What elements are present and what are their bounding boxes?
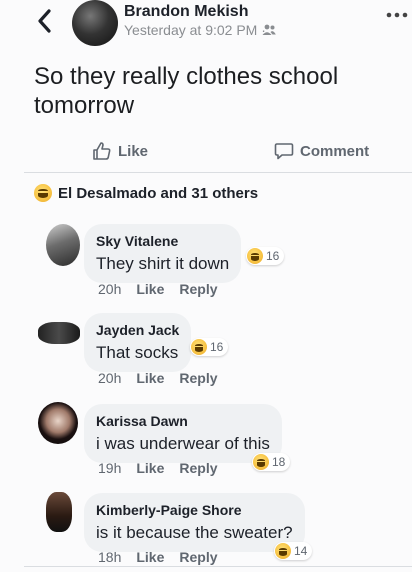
comment-reaction-count[interactable]: 16	[246, 247, 285, 265]
comment-meta: 19h Like Reply	[98, 460, 218, 476]
comment-button[interactable]: Comment	[274, 138, 369, 164]
comment-label: Comment	[300, 142, 370, 160]
haha-icon	[247, 248, 263, 264]
reactions-summary-text: El Desalmado and 31 others	[58, 184, 259, 202]
comment-age: 19h	[98, 460, 122, 476]
comment-like-link[interactable]: Like	[136, 549, 164, 565]
comment-reply-link[interactable]: Reply	[179, 370, 217, 386]
haha-icon	[34, 184, 52, 202]
back-chevron-icon[interactable]	[34, 8, 56, 34]
comment-meta: 18h Like Reply	[98, 549, 218, 565]
more-icon[interactable]	[386, 10, 408, 20]
like-label: Like	[118, 142, 149, 160]
divider	[24, 172, 412, 173]
poster-avatar[interactable]	[72, 0, 118, 46]
comment-text: That socks	[96, 343, 179, 362]
reaction-count: 16	[266, 249, 280, 263]
friends-icon	[262, 24, 276, 35]
like-button[interactable]: Like	[92, 138, 148, 164]
commenter-name[interactable]: Sky Vitalene	[96, 233, 229, 250]
reaction-count: 18	[272, 455, 286, 469]
comment-reply-link[interactable]: Reply	[179, 281, 217, 297]
haha-icon	[275, 543, 291, 559]
comment-reply-link[interactable]: Reply	[179, 460, 217, 476]
reaction-count: 16	[210, 340, 224, 354]
commenter-name[interactable]: Kimberly-Paige Shore	[96, 502, 293, 519]
haha-icon	[253, 454, 269, 470]
haha-icon	[191, 339, 207, 355]
comment-reaction-count[interactable]: 18	[252, 453, 291, 471]
commenter-avatar[interactable]	[38, 402, 78, 444]
comment-like-link[interactable]: Like	[136, 281, 164, 297]
commenter-avatar[interactable]	[46, 224, 80, 266]
comment-bubble: Sky Vitalene They shirt it down	[84, 224, 242, 283]
reactions-summary[interactable]: El Desalmado and 31 others	[34, 182, 258, 204]
comment-age: 20h	[98, 281, 122, 297]
divider	[24, 566, 412, 567]
thumbs-up-icon	[93, 142, 111, 160]
comment-text: i was underwear of this	[96, 434, 270, 453]
comment-bubble: Jayden Jack That socks	[84, 313, 192, 372]
comment-age: 20h	[98, 370, 122, 386]
comment-reaction-count[interactable]: 16	[190, 338, 229, 356]
post-text: So they really clothes school tomorrow	[34, 63, 339, 119]
comment-age: 18h	[98, 549, 122, 565]
comment-meta: 20h Like Reply	[98, 281, 218, 297]
post-timestamp: Yesterday at 9:02 PM ·	[124, 22, 266, 38]
reaction-count: 14	[294, 544, 308, 558]
commenter-avatar[interactable]	[38, 322, 80, 344]
poster-name[interactable]: Brandon Mekish	[124, 3, 248, 21]
comment-text: They shirt it down	[96, 254, 230, 273]
comment-bubble: Kimberly-Paige Shore is it because the s…	[84, 493, 305, 552]
comment-like-link[interactable]: Like	[136, 460, 164, 476]
comment-meta: 20h Like Reply	[98, 370, 218, 386]
commenter-name[interactable]: Karissa Dawn	[96, 413, 270, 430]
comment-reaction-count[interactable]: 14	[274, 542, 313, 560]
commenter-name[interactable]: Jayden Jack	[96, 322, 179, 339]
commenter-avatar[interactable]	[46, 492, 72, 532]
comment-reply-link[interactable]: Reply	[179, 549, 217, 565]
comment-bubble: Karissa Dawn i was underwear of this	[84, 404, 282, 463]
comment-like-link[interactable]: Like	[136, 370, 164, 386]
comment-icon	[274, 143, 294, 160]
comment-text: is it because the sweater?	[96, 523, 293, 542]
